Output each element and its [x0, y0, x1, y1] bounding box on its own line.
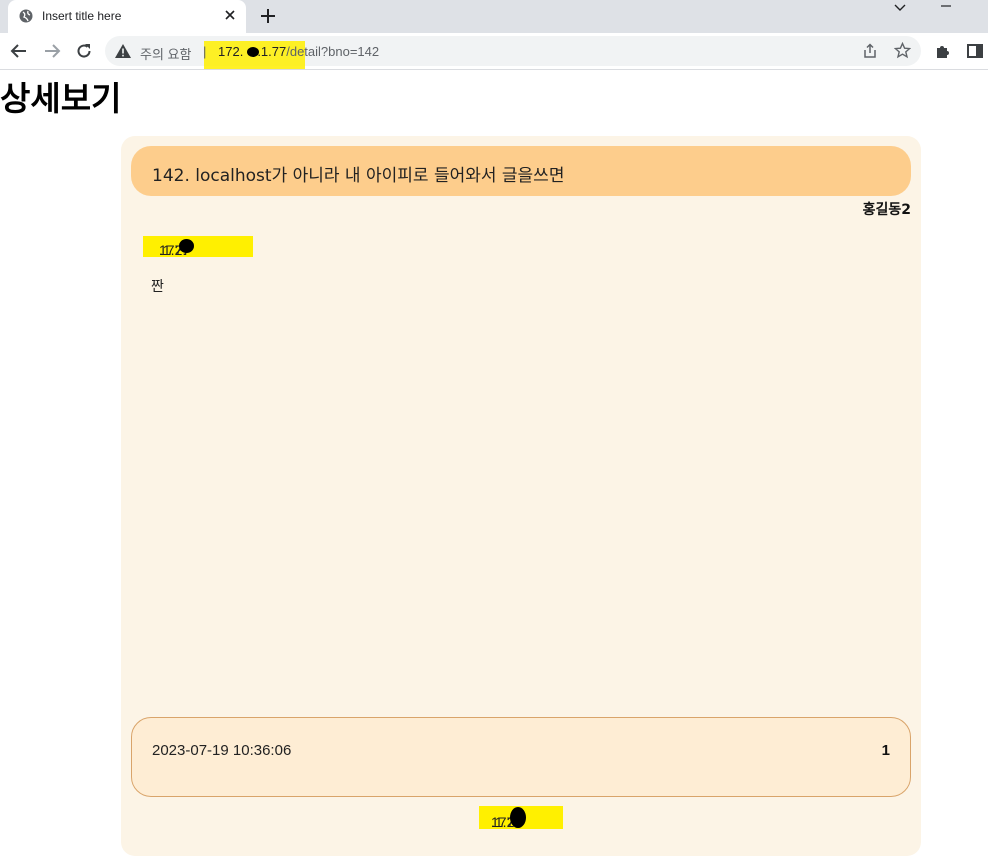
- writer-ip-highlight: 172. .1.77: [143, 236, 253, 258]
- browser-tab-active[interactable]: Insert title here: [8, 0, 246, 33]
- warning-triangle-icon[interactable]: [115, 44, 131, 58]
- redaction-mark: [247, 47, 259, 57]
- post-view-count: 1: [881, 742, 890, 759]
- post-title-bar: 142. localhost가 아니라 내 아이피로 들어와서 글을쓰면: [131, 146, 911, 196]
- url-host-rest: .1.77: [257, 44, 287, 59]
- share-icon[interactable]: [862, 43, 878, 59]
- address-bar[interactable]: 주의 요함 | 172. .1.77/detail?bno=142: [105, 36, 921, 69]
- post-content: 짠: [151, 279, 164, 295]
- redaction-mark: [510, 807, 526, 828]
- tab-strip: Insert title here: [0, 0, 988, 33]
- url-separator: |: [203, 44, 207, 59]
- footer-ip-highlight: 172. .1.77: [479, 806, 563, 830]
- extensions-puzzle-icon[interactable]: [934, 42, 952, 60]
- new-tab-plus-icon[interactable]: [258, 6, 278, 26]
- back-arrow-icon[interactable]: [10, 42, 28, 60]
- url-path: /detail?bno=142: [286, 44, 380, 59]
- post-detail-card: 142. localhost가 아니라 내 아이피로 들어와서 글을쓰면 홍길동…: [121, 136, 921, 856]
- globe-icon: [19, 9, 33, 23]
- forward-arrow-icon[interactable]: [43, 42, 61, 60]
- minimize-icon[interactable]: [938, 0, 954, 16]
- security-status-label[interactable]: 주의 요함: [140, 44, 191, 63]
- post-date: 2023-07-19 10:36:06: [152, 742, 292, 759]
- tab-title: Insert title here: [42, 9, 122, 23]
- chevron-down-icon[interactable]: [892, 0, 908, 16]
- post-meta-footer: 2023-07-19 10:36:06 1: [131, 717, 911, 797]
- bookmark-star-icon[interactable]: [894, 42, 911, 59]
- side-panel-icon[interactable]: [966, 42, 984, 60]
- post-title-text: 142. localhost가 아니라 내 아이피로 들어와서 글을쓰면: [152, 166, 565, 186]
- close-tab-icon[interactable]: [222, 7, 238, 23]
- browser-toolbar: 주의 요함 | 172. .1.77/detail?bno=142: [0, 33, 988, 70]
- redaction-mark: [179, 239, 194, 253]
- page-title: 상세보기: [0, 79, 122, 118]
- url-host: 172.: [218, 44, 244, 59]
- post-writer: 홍길동2: [862, 202, 911, 218]
- url-text[interactable]: 172. .1.77/detail?bno=142: [218, 44, 379, 59]
- reload-icon[interactable]: [75, 42, 93, 60]
